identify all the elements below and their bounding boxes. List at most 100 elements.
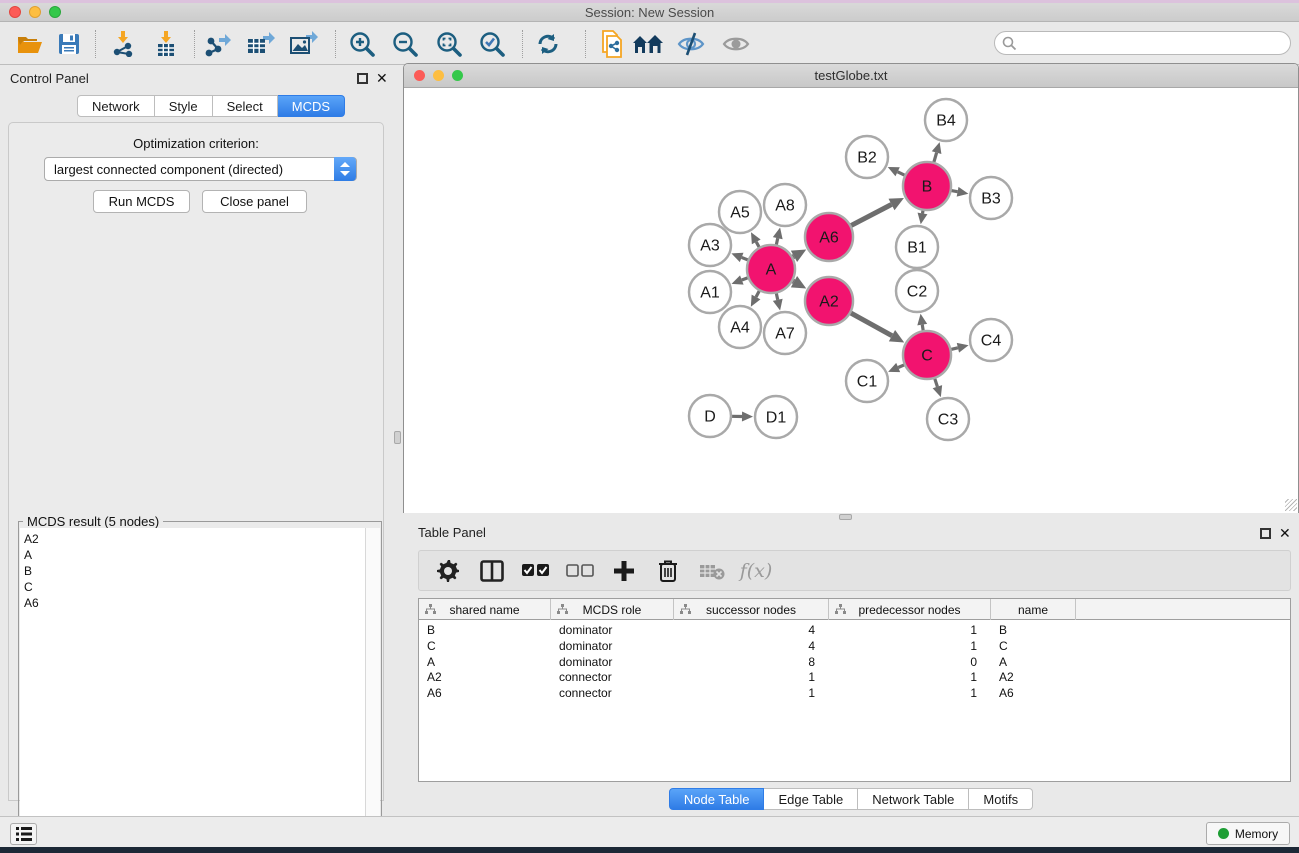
network-canvas[interactable]: B4 B2 B B3 A8A5 A6 A3 B1 A A1 C2 A2 A4A7 C4 C C1 D D1 C3 <box>404 88 1298 513</box>
cell-successor_nodes: 4 <box>674 622 829 638</box>
table-row[interactable]: Cdominator41C <box>419 638 1290 654</box>
graph-node-A4[interactable]: A4 <box>719 306 761 348</box>
criterion-dropdown[interactable]: largest connected component (directed) <box>44 157 357 181</box>
zoom-out-button[interactable] <box>388 28 422 60</box>
table-row[interactable]: A6connector11A6 <box>419 685 1290 701</box>
table-settings-button[interactable] <box>433 558 463 584</box>
export-table-button[interactable] <box>244 28 278 60</box>
tab-node-table[interactable]: Node Table <box>669 788 765 810</box>
graph-edge-B-B2[interactable] <box>898 172 906 176</box>
graph-node-A6[interactable]: A6 <box>805 213 853 261</box>
close-panel-button[interactable]: Close panel <box>202 190 307 213</box>
result-scrollbar[interactable] <box>365 528 380 853</box>
graph-node-A7[interactable]: A7 <box>764 312 806 354</box>
zoom-in-button[interactable] <box>345 28 379 60</box>
cyndex-home-button[interactable] <box>631 28 665 60</box>
result-item[interactable]: C <box>24 579 366 595</box>
graph-edge-B-B4[interactable] <box>934 153 937 163</box>
function-builder-button[interactable]: f(x) <box>741 558 771 584</box>
tab-edge-table[interactable]: Edge Table <box>764 788 858 810</box>
graph-node-B4[interactable]: B4 <box>925 99 967 141</box>
graph-node-C2[interactable]: C2 <box>896 270 938 312</box>
export-image-button[interactable] <box>287 28 321 60</box>
graph-node-A[interactable]: A <box>747 245 795 293</box>
column-header-name[interactable]: name <box>991 599 1076 620</box>
task-history-button[interactable] <box>10 823 37 845</box>
result-item[interactable]: A6 <box>24 595 366 611</box>
graph-node-A1[interactable]: A1 <box>689 271 731 313</box>
graph-node-A8[interactable]: A8 <box>764 184 806 226</box>
node-label: C3 <box>938 412 959 429</box>
tab-network-table[interactable]: Network Table <box>858 788 969 810</box>
zoom-selected-button[interactable] <box>475 28 509 60</box>
column-header-MCDS-role[interactable]: MCDS role <box>551 599 674 620</box>
graph-node-C1[interactable]: C1 <box>846 360 888 402</box>
close-window-button[interactable] <box>9 6 21 18</box>
graph-node-D1[interactable]: D1 <box>755 396 797 438</box>
graph-node-B[interactable]: B <box>903 162 951 210</box>
network-minimize-button[interactable] <box>433 70 444 81</box>
result-item[interactable]: B <box>24 563 366 579</box>
graph-edge-A2-C[interactable] <box>850 313 892 336</box>
tab-select[interactable]: Select <box>213 95 278 117</box>
column-header-shared-name[interactable]: shared name <box>419 599 551 620</box>
delete-table-button[interactable] <box>697 558 727 584</box>
graph-node-B1[interactable]: B1 <box>896 226 938 268</box>
graph-node-B3[interactable]: B3 <box>970 177 1012 219</box>
graph-node-C3[interactable]: C3 <box>927 398 969 440</box>
table-row[interactable]: Bdominator41B <box>419 622 1290 638</box>
graph-node-D[interactable]: D <box>689 395 731 437</box>
show-panels-button[interactable] <box>719 28 753 60</box>
search-input[interactable] <box>1021 34 1281 52</box>
mcds-panel: Optimization criterion: largest connecte… <box>8 122 384 801</box>
delete-column-button[interactable] <box>653 558 683 584</box>
float-table-panel-icon[interactable] <box>1260 528 1271 539</box>
duplicate-network-button[interactable] <box>595 28 629 60</box>
select-all-button[interactable] <box>521 558 551 584</box>
window-resize-grip[interactable] <box>1285 499 1297 511</box>
save-session-button[interactable] <box>52 28 86 60</box>
graph-edge-C-C3[interactable] <box>934 378 937 387</box>
tab-motifs[interactable]: Motifs <box>969 788 1033 810</box>
graph-node-C[interactable]: C <box>903 331 951 379</box>
graph-node-A3[interactable]: A3 <box>689 224 731 266</box>
zoom-fit-button[interactable] <box>432 28 466 60</box>
graph-node-A2[interactable]: A2 <box>805 277 853 325</box>
table-row[interactable]: Adominator80A <box>419 654 1290 670</box>
vertical-splitter-handle[interactable] <box>394 431 401 444</box>
run-mcds-button[interactable]: Run MCDS <box>93 190 190 213</box>
table-row[interactable]: A2connector11A2 <box>419 669 1290 685</box>
graph-node-C4[interactable]: C4 <box>970 319 1012 361</box>
graph-node-B2[interactable]: B2 <box>846 136 888 178</box>
memory-button[interactable]: Memory <box>1206 822 1290 845</box>
hide-panels-button[interactable] <box>674 28 708 60</box>
zoom-window-button[interactable] <box>49 6 61 18</box>
deselect-all-button[interactable] <box>565 558 595 584</box>
add-column-button[interactable] <box>609 558 639 584</box>
tab-style[interactable]: Style <box>155 95 213 117</box>
column-header-predecessor-nodes[interactable]: predecessor nodes <box>829 599 991 620</box>
minimize-window-button[interactable] <box>29 6 41 18</box>
show-columns-button[interactable] <box>477 558 507 584</box>
search-box[interactable] <box>994 31 1291 55</box>
open-session-button[interactable] <box>13 28 47 60</box>
result-item[interactable]: A2 <box>24 531 366 547</box>
export-network-button[interactable] <box>201 28 235 60</box>
network-window-titlebar[interactable]: testGlobe.txt <box>404 64 1298 88</box>
import-table-button[interactable] <box>149 28 183 60</box>
result-item[interactable]: A <box>24 547 366 563</box>
app-titlebar[interactable]: Session: New Session <box>0 3 1299 22</box>
mcds-result-list[interactable]: A2ABCA6 <box>20 528 366 853</box>
graph-node-A5[interactable]: A5 <box>719 191 761 233</box>
float-panel-icon[interactable] <box>357 73 368 84</box>
close-panel-icon[interactable]: ✕ <box>376 72 388 84</box>
tab-mcds[interactable]: MCDS <box>278 95 345 117</box>
column-header-successor-nodes[interactable]: successor nodes <box>674 599 829 620</box>
close-table-panel-icon[interactable]: ✕ <box>1279 527 1291 539</box>
network-zoom-button[interactable] <box>452 70 463 81</box>
graph-edge-A6-B[interactable] <box>850 204 891 225</box>
refresh-button[interactable] <box>531 28 565 60</box>
tab-network[interactable]: Network <box>77 95 155 117</box>
network-close-button[interactable] <box>414 70 425 81</box>
import-network-button[interactable] <box>106 28 140 60</box>
